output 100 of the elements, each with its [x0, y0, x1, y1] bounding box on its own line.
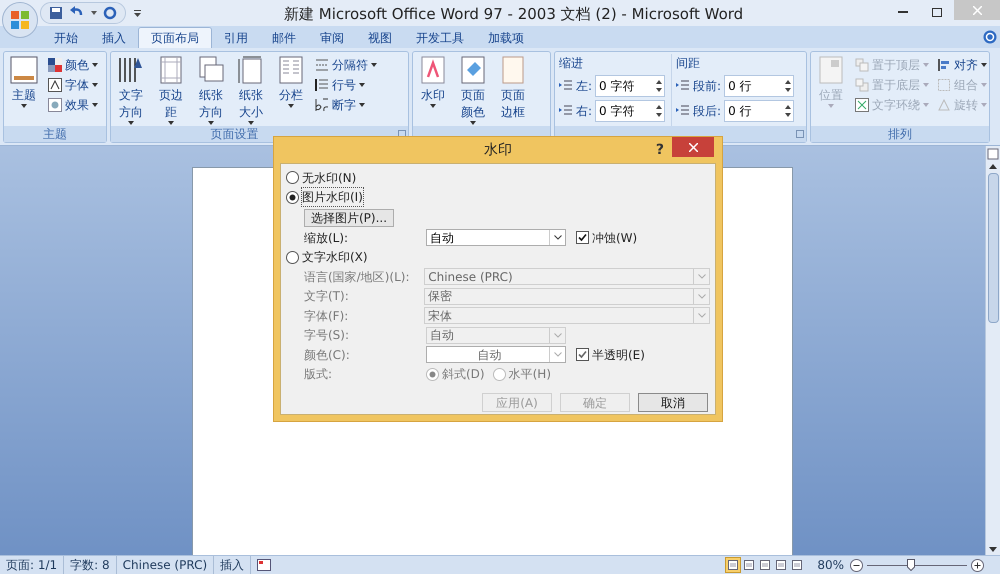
- macro-record-icon[interactable]: [257, 559, 272, 571]
- caret-icon: [923, 83, 929, 87]
- ribbon-tab[interactable]: 审阅: [308, 27, 356, 48]
- bring-front-icon: [855, 58, 869, 72]
- checkbox[interactable]: [576, 231, 589, 244]
- outline-icon[interactable]: [775, 559, 788, 571]
- draft-icon[interactable]: [791, 559, 804, 571]
- radio-button[interactable]: [426, 368, 439, 381]
- ribbon-tab[interactable]: 页面布局: [138, 27, 212, 48]
- ribbon-button[interactable]: 页边距: [153, 54, 189, 126]
- rotate-icon: [937, 98, 951, 112]
- spin-field[interactable]: 0 字符: [595, 75, 666, 97]
- ribbon-button[interactable]: 字体: [46, 76, 100, 94]
- spin-field[interactable]: 0 行: [724, 75, 794, 97]
- spinner-arrows-icon[interactable]: [785, 105, 792, 117]
- field-label: 段前:: [693, 78, 722, 95]
- scroll-thumb[interactable]: [988, 173, 998, 323]
- ribbon-tab[interactable]: 加载项: [476, 27, 536, 48]
- ribbon-button[interactable]: 断字: [313, 96, 379, 114]
- ribbon-button[interactable]: 纸张方向: [193, 54, 229, 126]
- close-icon: [972, 6, 982, 14]
- theme-icon: [10, 56, 38, 84]
- print-layout-icon[interactable]: [727, 559, 740, 571]
- field-label: 段后:: [693, 103, 722, 120]
- spin-field[interactable]: 0 行: [724, 100, 794, 122]
- customize-caret-icon[interactable]: [134, 10, 141, 16]
- effects-icon: [48, 98, 62, 112]
- caret-icon: [828, 104, 834, 108]
- close-button[interactable]: [672, 137, 714, 157]
- ribbon-button[interactable]: 颜色: [46, 56, 100, 74]
- ribbon-button[interactable]: 页面边框: [495, 54, 531, 126]
- radio-button[interactable]: [492, 368, 506, 381]
- text-wrap-icon: [855, 98, 869, 112]
- caret-icon: [923, 103, 929, 107]
- status-text: Chinese (PRC): [116, 556, 214, 574]
- caret-icon: [981, 83, 987, 87]
- checkbox-label: 冲蚀(W): [592, 230, 638, 247]
- watermark-icon: [419, 56, 447, 84]
- office-logo-icon: [10, 10, 30, 30]
- status-text: 插入: [214, 556, 252, 574]
- status-text: 页面: 1/1: [0, 556, 64, 574]
- maximize-icon: [932, 8, 942, 16]
- select-picture-button[interactable]: 选择图片(P)...: [304, 208, 394, 226]
- field-label: 文字(T):: [303, 288, 350, 306]
- spinner-arrows-icon[interactable]: [656, 105, 662, 117]
- save-icon[interactable]: [49, 6, 63, 20]
- ribbon-tab[interactable]: 邮件: [260, 27, 308, 48]
- radio-button[interactable]: [286, 171, 299, 184]
- ribbon-button[interactable]: 分栏: [273, 54, 309, 126]
- ruler-icon[interactable]: [987, 148, 999, 160]
- spinner-arrows-icon[interactable]: [656, 80, 662, 92]
- ribbon-button[interactable]: 效果: [46, 96, 100, 114]
- scroll-up-icon[interactable]: [989, 164, 997, 169]
- ribbon-button[interactable]: 文字方向: [113, 54, 149, 126]
- dialog-button[interactable]: 取消: [638, 393, 708, 412]
- ribbon-tab[interactable]: 引用: [212, 27, 260, 48]
- ribbon-button[interactable]: 行号: [313, 76, 379, 94]
- caret-icon: [288, 104, 294, 108]
- radio-button[interactable]: [286, 250, 299, 264]
- help-icon[interactable]: [983, 30, 997, 44]
- reading-view-icon[interactable]: [743, 559, 756, 571]
- ribbon-button[interactable]: 页面颜色: [455, 54, 491, 126]
- scroll-down-icon[interactable]: [989, 547, 997, 552]
- caret-icon: [359, 83, 365, 87]
- help-button[interactable]: ?: [656, 140, 664, 161]
- radio-label: 文字水印(X): [302, 249, 368, 266]
- group-label: 主题: [43, 126, 67, 142]
- field-label: 语言(国家/地区)(L):: [303, 268, 410, 286]
- dropdown-field[interactable]: 自动: [426, 229, 566, 246]
- slider-thumb-icon[interactable]: [907, 559, 916, 571]
- caret-icon: [21, 104, 27, 108]
- office-button[interactable]: [2, 2, 38, 38]
- caret-icon: [359, 103, 365, 107]
- ribbon-button[interactable]: 对齐: [935, 56, 989, 74]
- vertical-scrollbar[interactable]: [985, 146, 1000, 555]
- radio-button[interactable]: [286, 190, 299, 204]
- caret-icon: [430, 104, 436, 108]
- zoom-slider[interactable]: [867, 559, 967, 571]
- field-label: 字号(S):: [303, 327, 350, 344]
- ribbon-tab[interactable]: 开发工具: [404, 27, 476, 48]
- spinner-arrows-icon[interactable]: [785, 80, 792, 92]
- ribbon-button[interactable]: 主题: [6, 54, 42, 126]
- ribbon-button[interactable]: 纸张大小: [233, 54, 269, 126]
- caret-icon: [981, 103, 987, 107]
- ribbon-tab[interactable]: 插入: [90, 27, 138, 48]
- caret-icon[interactable]: [91, 11, 97, 15]
- group-label: 页面设置: [210, 126, 258, 142]
- caret-icon: [92, 83, 98, 87]
- ribbon-tab[interactable]: 开始: [42, 27, 90, 48]
- ribbon-tab[interactable]: 视图: [356, 27, 404, 48]
- zoom-in-icon[interactable]: [971, 558, 984, 572]
- zoom-level[interactable]: 80%: [817, 556, 844, 574]
- web-layout-icon[interactable]: [759, 559, 772, 571]
- radio-label: 水平(H): [508, 366, 551, 384]
- field-label: 右:: [576, 103, 592, 120]
- caret-icon: [92, 103, 98, 107]
- zoom-out-icon[interactable]: [850, 558, 863, 572]
- ribbon-button[interactable]: 分隔符: [313, 56, 379, 74]
- ribbon-button[interactable]: 水印: [415, 54, 451, 126]
- spin-field[interactable]: 0 字符: [595, 100, 666, 122]
